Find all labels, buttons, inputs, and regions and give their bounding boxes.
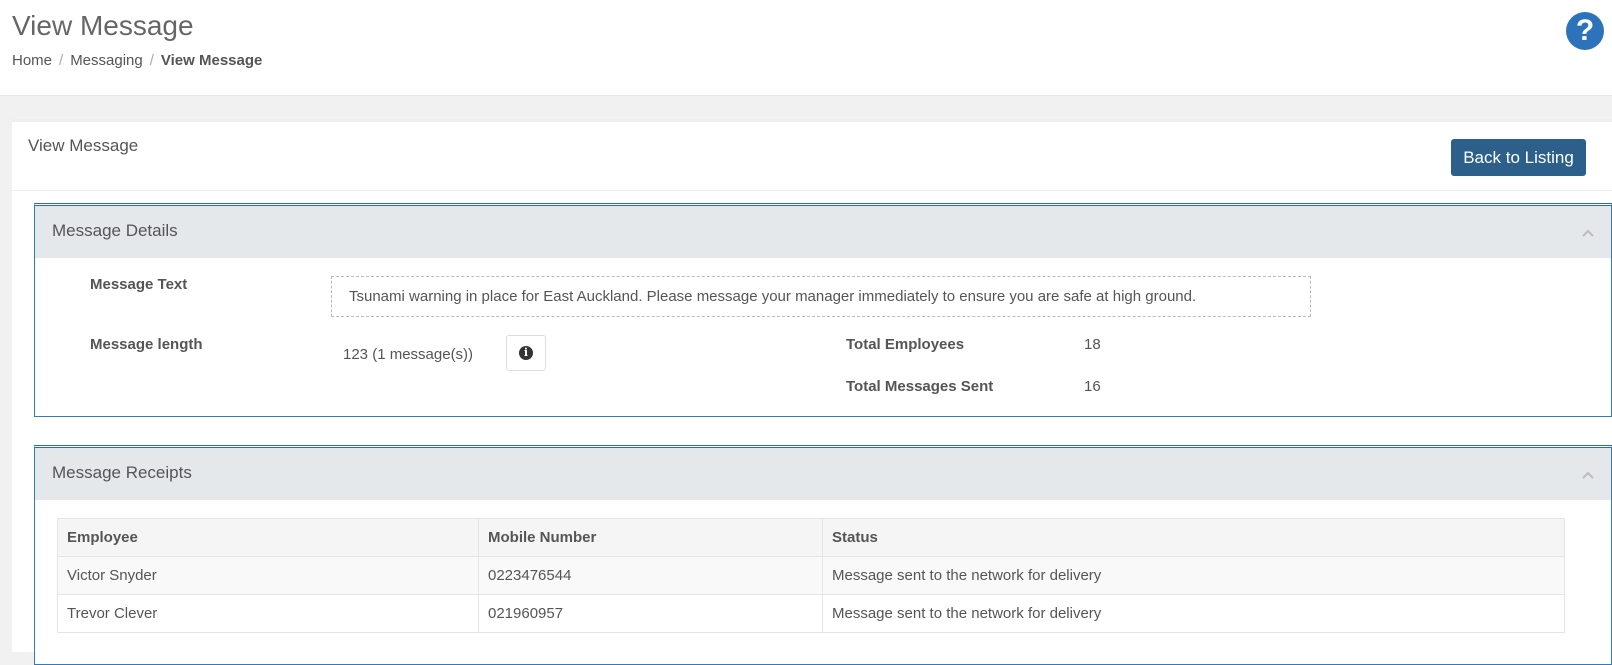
table-row[interactable]: Victor Snyder 0223476544 Message sent to… [57, 556, 1565, 595]
view-message-portlet: View Message Back to Listing Message Det… [12, 119, 1612, 665]
total-messages-sent-label: Total Messages Sent [846, 378, 994, 395]
info-button[interactable]: i [506, 335, 546, 371]
message-text-label: Message Text [90, 276, 188, 293]
message-length-value: 123 (1 message(s)) [343, 346, 474, 363]
breadcrumb-separator: / [59, 52, 64, 69]
portlet-title-bar: View Message Back to Listing [12, 122, 1612, 191]
table-row[interactable]: Trevor Clever 021960957 Message sent to … [57, 594, 1565, 633]
back-to-listing-button[interactable]: Back to Listing [1451, 139, 1586, 176]
message-text-value: Tsunami warning in place for East Auckla… [331, 276, 1311, 317]
breadcrumb: Home / Messaging / View Message [12, 52, 262, 69]
info-icon: i [519, 346, 533, 360]
message-details-header[interactable]: Message Details [35, 206, 1611, 258]
total-employees-value: 18 [1084, 336, 1101, 353]
column-header-status[interactable]: Status [822, 518, 1565, 557]
column-header-employee[interactable]: Employee [57, 518, 479, 557]
message-details-panel: Message Details Message Text Tsunami war… [34, 203, 1612, 417]
message-details-title: Message Details [52, 221, 178, 240]
breadcrumb-home[interactable]: Home [12, 52, 52, 69]
cell-employee: Victor Snyder [57, 556, 479, 595]
message-receipts-header[interactable]: Message Receipts [35, 448, 1611, 500]
table-header-row: Employee Mobile Number Status [57, 518, 1565, 557]
chevron-up-icon[interactable] [1581, 468, 1595, 482]
page-header: View Message Home / Messaging / View Message… [0, 0, 1612, 96]
cell-employee: Trevor Clever [57, 594, 479, 633]
cell-mobile-number: 0223476544 [478, 556, 823, 595]
breadcrumb-current: View Message [160, 52, 263, 69]
message-receipts-title: Message Receipts [52, 463, 192, 482]
breadcrumb-separator: / [149, 52, 154, 69]
column-header-mobile-number[interactable]: Mobile Number [478, 518, 823, 557]
message-length-label: Message length [90, 336, 203, 353]
cell-status: Message sent to the network for delivery [822, 556, 1565, 595]
receipts-table: Employee Mobile Number Status Victor Sny… [57, 518, 1565, 633]
portlet-caption: View Message [28, 136, 139, 155]
cell-mobile-number: 021960957 [478, 594, 823, 633]
message-receipts-panel: Message Receipts Employee Mobile Number … [34, 445, 1612, 665]
total-messages-sent-value: 16 [1084, 378, 1101, 395]
total-employees-label: Total Employees [846, 336, 965, 353]
page-title: View Message [12, 10, 194, 41]
cell-status: Message sent to the network for delivery [822, 594, 1565, 633]
help-icon[interactable]: ? [1566, 12, 1604, 50]
breadcrumb-messaging[interactable]: Messaging [70, 52, 143, 69]
chevron-up-icon[interactable] [1581, 226, 1595, 240]
